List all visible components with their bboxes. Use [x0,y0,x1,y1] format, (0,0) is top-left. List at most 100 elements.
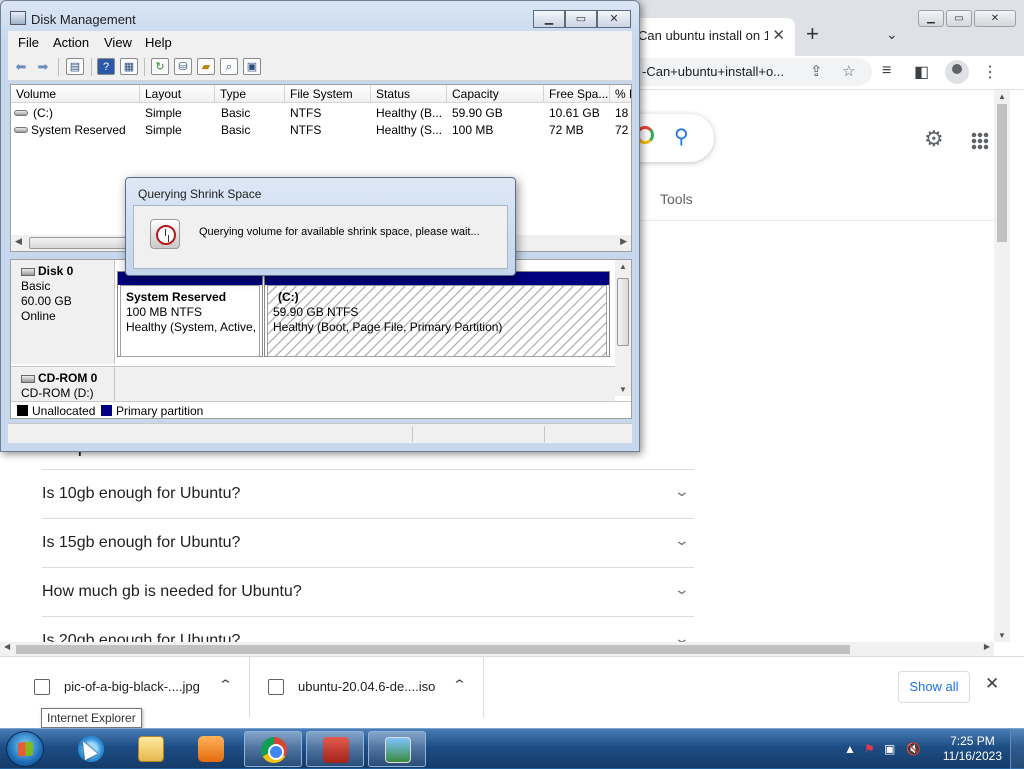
chrome-maximize-button[interactable]: ▭ [946,10,972,27]
paa-question-text: Is 10gb enough for Ubuntu? [42,485,241,502]
reading-list-icon[interactable]: ≡ [882,62,891,80]
close-icon[interactable]: ✕ [985,674,999,694]
toolbox-icon [323,737,349,763]
maximize-button[interactable]: ▭ [565,10,597,28]
console-tree-icon[interactable]: ▤ [66,58,84,75]
taskbar-media-player[interactable] [182,731,240,767]
column-header-file-system[interactable]: File System [285,85,371,103]
disc-file-icon [268,679,284,695]
partition-c[interactable]: (C:) 59.90 GB NTFS Healthy (Boot, Page F… [264,271,610,357]
table-row[interactable]: (C:) Simple Basic NTFS Healthy (B... 59.… [11,104,631,121]
forward-arrow-icon[interactable]: ➡ [34,58,52,75]
cdrom-0-label[interactable]: CD-ROM 0 CD-ROM (D:) [11,366,115,401]
partition-system-reserved[interactable]: System Reserved 100 MB NTFS Healthy (Sys… [117,271,263,357]
show-all-downloads-button[interactable]: Show all [898,671,970,703]
browser-tab[interactable]: Can ubuntu install on 10 ✕ [630,18,795,56]
download-item[interactable]: ubuntu-20.04.6-de....iso ⌃ [268,657,484,717]
bookmark-star-icon[interactable]: ☆ [842,62,855,80]
chrome-close-button[interactable]: ✕ [974,10,1016,27]
menu-file[interactable]: File [18,35,39,50]
column-header-volume[interactable]: Volume [11,85,140,103]
taskbar-computer-management[interactable] [306,731,364,767]
disk-view-vertical-scrollbar[interactable]: ▲ ▼ [615,260,631,396]
chevron-up-icon[interactable]: ⌃ [452,677,467,693]
scrollbar-thumb[interactable] [16,645,850,654]
taskbar-file-explorer[interactable] [122,731,180,767]
scroll-left-arrow-icon[interactable]: ◀ [4,642,10,651]
network-icon[interactable]: ▣ [884,742,895,756]
cell-status: Healthy (S... [376,123,443,137]
column-header-type[interactable]: Type [215,85,285,103]
cell-layout: Simple [145,123,182,137]
rescan-disks-icon[interactable]: ⛁ [174,58,192,75]
scroll-right-arrow-icon[interactable]: ▶ [620,236,627,247]
paa-question-text: How much gb is needed for Ubuntu? [42,583,302,600]
legend: Unallocated Primary partition [11,401,631,418]
tab-close-icon[interactable]: ✕ [772,26,785,44]
divider [640,220,994,221]
column-header-status[interactable]: Status [371,85,447,103]
scrollbar-thumb[interactable] [997,104,1007,242]
view-icon[interactable]: ▣ [243,58,261,75]
paa-question[interactable]: Is 15gb enough for Ubuntu? ⌄ [42,518,694,567]
column-header-free-space[interactable]: Free Spa... [544,85,610,103]
chevron-down-icon: ⌄ [673,532,691,548]
scroll-down-arrow-icon[interactable]: ▼ [998,631,1006,640]
cdrom-partition-area[interactable] [115,366,615,401]
media-player-icon [198,736,224,762]
new-tab-icon[interactable]: + [806,22,819,46]
taskbar-chrome[interactable] [244,731,302,767]
disk-0-label[interactable]: Disk 0 Basic 60.00 GB Online [11,260,115,364]
scroll-up-arrow-icon[interactable]: ▲ [998,92,1006,101]
back-arrow-icon[interactable]: ⬅ [12,58,30,75]
scroll-up-arrow-icon[interactable]: ▲ [619,262,627,271]
chevron-up-icon[interactable]: ⌃ [218,677,233,693]
open-folder-icon[interactable]: ▰ [197,58,215,75]
refresh-icon[interactable]: ↻ [151,58,169,75]
scroll-right-arrow-icon[interactable]: ▶ [984,642,990,651]
action-center-flag-icon[interactable]: ⚑ [864,742,875,756]
scrollbar-thumb[interactable] [617,278,629,346]
address-bar[interactable]: -Can+ubuntu+install+o... ⇪ ☆ [630,58,872,86]
status-bar [8,423,632,443]
toolbar-separator [91,58,92,76]
column-header-layout[interactable]: Layout [140,85,215,103]
share-icon[interactable]: ⇪ [810,62,823,80]
menu-view[interactable]: View [104,35,132,50]
side-panel-icon[interactable]: ◧ [914,62,929,82]
scrollbar-thumb[interactable] [29,237,139,249]
table-row[interactable]: System Reserved Simple Basic NTFS Health… [11,121,631,138]
help-icon[interactable]: ? [97,58,115,75]
more-menu-icon[interactable]: ⋮ [982,62,998,82]
download-filename: pic-of-a-big-black-....jpg [64,679,200,694]
chevron-down-icon: ⌄ [673,483,691,499]
page-horizontal-scrollbar[interactable]: ◀ ▶ [0,642,994,656]
chrome-minimize-button[interactable]: ▁ [918,10,944,27]
tools-tab[interactable]: Tools [660,191,693,207]
column-header-capacity[interactable]: Capacity [447,85,544,103]
start-button[interactable] [6,731,44,767]
page-vertical-scrollbar[interactable]: ▲ ▼ [994,90,1010,642]
menu-action[interactable]: Action [53,35,89,50]
paa-question[interactable]: How much gb is needed for Ubuntu? ⌄ [42,567,694,616]
show-hidden-icons-icon[interactable]: ▲ [844,742,856,756]
google-apps-icon[interactable] [971,132,989,150]
settings-gear-icon[interactable]: ⚙ [924,126,944,152]
scroll-down-arrow-icon[interactable]: ▼ [619,385,627,394]
close-button[interactable]: ✕ [597,10,631,28]
search-icon[interactable]: ⌕ [220,58,238,75]
system-clock[interactable]: 7:25 PM 11/16/2023 [943,734,1002,764]
partition-name: (C:) [278,290,299,304]
show-desktop-button[interactable] [1010,729,1024,769]
scroll-left-arrow-icon[interactable]: ◀ [15,236,22,247]
taskbar-image-viewer[interactable] [368,731,426,767]
menu-help[interactable]: Help [145,35,172,50]
search-icon[interactable]: ⚲ [674,124,689,149]
properties-icon[interactable]: ▦ [120,58,138,75]
tab-search-chevron-icon[interactable]: ⌄ [886,26,898,43]
profile-avatar-icon[interactable] [945,60,969,84]
minimize-button[interactable]: ▁ [533,10,565,28]
volume-muted-icon[interactable]: 🔇 [906,742,921,756]
paa-question[interactable]: Is 10gb enough for Ubuntu? ⌄ [42,469,694,518]
column-header-percent-free[interactable]: % F [610,85,631,103]
